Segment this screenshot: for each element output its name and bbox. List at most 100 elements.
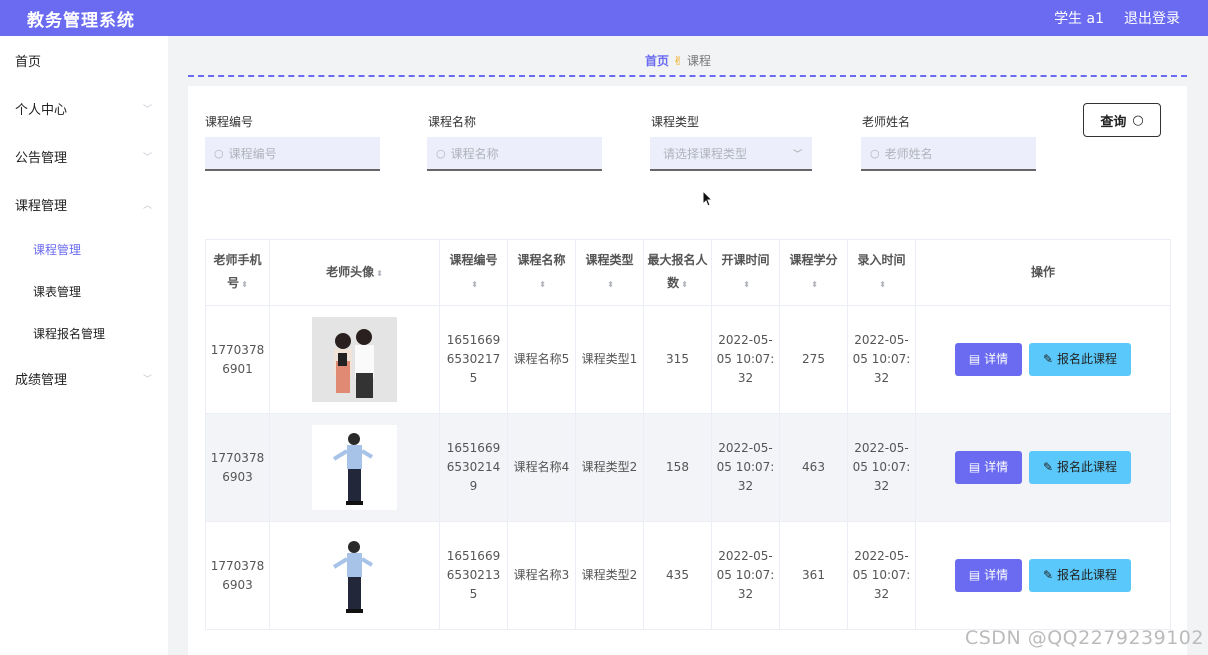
cell-max-enroll: 315 (643, 305, 712, 414)
course-name-input[interactable]: ○ 课程名称 (427, 137, 602, 171)
teacher-avatar-image[interactable] (312, 317, 397, 402)
column-header[interactable]: 课程类型 ⬍ (575, 239, 644, 306)
enroll-button[interactable]: ✎ 报名此课程 (1029, 451, 1131, 484)
user-area: 学生 a1 退出登录 (1054, 8, 1180, 28)
sidebar-item-announcement[interactable]: 公告管理 ﹀ (0, 132, 168, 180)
cell-course-code: 16516696530217 5 (439, 305, 508, 414)
breadcrumb: 首页 ✌ 课程 (168, 52, 1188, 69)
course-type-placeholder: 请选择课程类型 (663, 146, 748, 161)
enroll-button[interactable]: ✎ 报名此课程 (1029, 343, 1131, 376)
course-name-placeholder: 课程名称 (450, 146, 499, 161)
cell-course-type: 课程类型2 (575, 413, 644, 522)
sort-icon[interactable]: ⬍ (879, 280, 886, 289)
column-header[interactable]: 老师手机号 ⬍ (205, 239, 270, 306)
cell-created-time: 2022-05-05 10:07:32 (847, 413, 916, 522)
sort-icon[interactable]: ⬍ (471, 280, 478, 289)
document-icon: ▤ (968, 568, 981, 582)
column-header-label: 课程学分 (789, 253, 838, 267)
table-row: 17703786901 16516696530217 5 课程名称5 课程类型1… (205, 305, 1171, 414)
column-header-label: 课程编号 (449, 253, 498, 267)
course-type-select[interactable]: 请选择课程类型 ﹀ (650, 137, 812, 171)
course-code-input[interactable]: ○ 课程编号 (205, 137, 380, 171)
sort-icon[interactable]: ⬍ (743, 280, 750, 289)
sidebar-subitem-enrollment[interactable]: 课程报名管理 (0, 312, 168, 354)
column-header-label: 老师头像 (326, 264, 375, 279)
detail-button[interactable]: ▤ 详情 (955, 559, 1022, 592)
sidebar: 首页 个人中心 ﹀ 公告管理 ﹀ 课程管理 ︿ 课程管理 课表管理 课程报名管理 成绩… (0, 36, 168, 655)
sidebar-item-grades[interactable]: 成绩管理 ﹀ (0, 354, 168, 402)
sidebar-item-label: 课表管理 (33, 284, 82, 299)
sidebar-item-label: 成绩管理 (15, 372, 68, 388)
cell-start-time: 2022-05-05 10:07:32 (711, 413, 780, 522)
divider (188, 75, 1187, 77)
column-header-label: 最大报名人数 (647, 253, 708, 290)
cell-start-time: 2022-05-05 10:07:32 (711, 305, 780, 414)
detail-button-label: 详情 (984, 460, 1009, 474)
user-name[interactable]: 学生 a1 (1054, 8, 1104, 28)
column-header[interactable]: 课程学分 ⬍ (779, 239, 848, 306)
document-icon: ▤ (968, 352, 981, 366)
enroll-button-label: 报名此课程 (1057, 352, 1118, 366)
column-header-label: 课程类型 (585, 253, 634, 267)
query-button[interactable]: 查询 ○ (1083, 103, 1161, 137)
cell-actions: ▤ 详情 ✎ 报名此课程 (915, 521, 1171, 630)
chevron-down-icon: ﹀ (792, 149, 802, 160)
cell-max-enroll: 435 (643, 521, 712, 630)
sort-icon[interactable]: ⬍ (241, 280, 248, 289)
teacher-pointing-image (312, 425, 397, 510)
sort-icon[interactable]: ⬍ (681, 280, 688, 289)
sort-icon[interactable]: ⬍ (811, 280, 818, 289)
column-header-label: 开课时间 (721, 253, 770, 267)
document-icon: ▤ (968, 460, 981, 474)
search-icon: ○ (436, 146, 446, 160)
column-header-label: 录入时间 (857, 253, 906, 267)
course-panel: 课程编号 ○ 课程编号 课程名称 ○ 课程名称 课程类型 请选择课程类型 ﹀ 老… (188, 86, 1187, 655)
column-header-label: 课程名称 (517, 253, 566, 267)
logout-button[interactable]: 退出登录 (1124, 8, 1180, 28)
cell-phone: 17703786903 (205, 413, 270, 522)
cell-course-code: 16516696530213 5 (439, 521, 508, 630)
sidebar-subitem-course[interactable]: 课程管理 (0, 228, 168, 270)
enroll-button[interactable]: ✎ 报名此课程 (1029, 559, 1131, 592)
column-header[interactable]: 老师头像 ⬍ (269, 239, 440, 306)
detail-button[interactable]: ▤ 详情 (955, 343, 1022, 376)
cell-actions: ▤ 详情 ✎ 报名此课程 (915, 413, 1171, 522)
sidebar-item-label: 课程管理 (33, 242, 82, 257)
enroll-button-label: 报名此课程 (1057, 568, 1118, 582)
field-label-course-type: 课程类型 (651, 115, 700, 129)
cell-credit: 275 (779, 305, 848, 414)
sort-icon[interactable]: ⬍ (607, 280, 614, 289)
cell-avatar (269, 521, 440, 630)
field-label-teacher-name: 老师姓名 (862, 115, 911, 129)
teacher-pointing-image (312, 533, 397, 618)
cell-course-type: 课程类型1 (575, 305, 644, 414)
teacher-name-input[interactable]: ○ 老师姓名 (861, 137, 1036, 171)
sort-icon[interactable]: ⬍ (376, 269, 383, 278)
edit-icon: ✎ (1042, 352, 1054, 366)
query-button-label: 查询 (1100, 114, 1127, 130)
enroll-button-label: 报名此课程 (1057, 460, 1118, 474)
search-icon: ○ (1132, 112, 1144, 128)
cell-course-type: 课程类型2 (575, 521, 644, 630)
sidebar-item-course-management[interactable]: 课程管理 ︿ (0, 180, 168, 228)
column-header: 操作 (915, 239, 1171, 306)
sort-icon[interactable]: ⬍ (539, 280, 546, 289)
column-header[interactable]: 录入时间 ⬍ (847, 239, 916, 306)
sidebar-subitem-schedule[interactable]: 课表管理 (0, 270, 168, 312)
cell-course-name: 课程名称4 (507, 413, 576, 522)
column-header[interactable]: 课程编号 ⬍ (439, 239, 508, 306)
sidebar-item-personal-center[interactable]: 个人中心 ﹀ (0, 84, 168, 132)
column-header[interactable]: 开课时间 ⬍ (711, 239, 780, 306)
column-header[interactable]: 最大报名人数 ⬍ (643, 239, 712, 306)
sidebar-item-home[interactable]: 首页 (0, 36, 168, 84)
search-icon: ○ (214, 146, 224, 160)
breadcrumb-home[interactable]: 首页 (645, 54, 669, 68)
watermark: CSDN @QQ2279239102 (964, 627, 1204, 649)
column-header[interactable]: 课程名称 ⬍ (507, 239, 576, 306)
teacher-avatar-image[interactable] (312, 425, 397, 510)
cell-course-name: 课程名称3 (507, 521, 576, 630)
chevron-up-icon: ︿ (142, 200, 152, 211)
teacher-avatar-image[interactable] (312, 533, 397, 618)
detail-button[interactable]: ▤ 详情 (955, 451, 1022, 484)
cell-avatar (269, 413, 440, 522)
